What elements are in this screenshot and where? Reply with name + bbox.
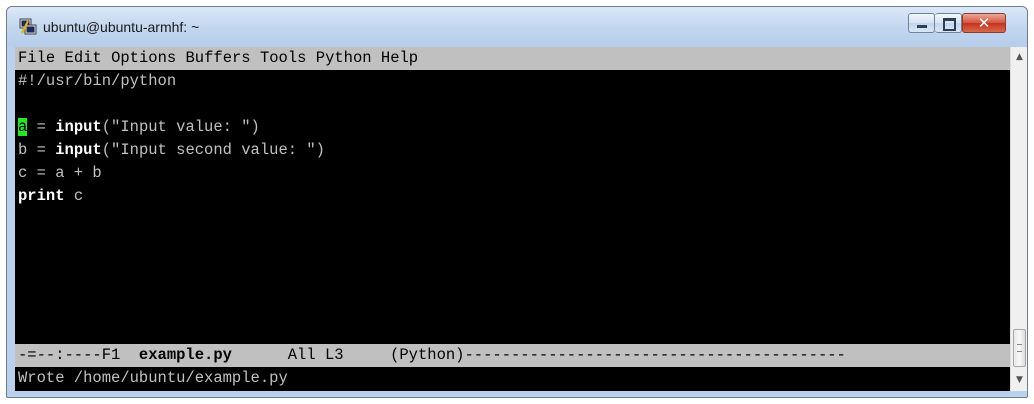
maximize-icon [935,14,961,32]
menu-python[interactable]: Python [316,49,372,67]
buffer-filename: example.py [138,346,232,364]
modeline-status: -=--:----F1 [18,346,139,364]
code-text: ("Input value: ") [101,118,260,136]
menu-buffers[interactable]: Buffers [186,49,251,67]
scroll-up-icon[interactable]: ▲ [1011,49,1027,66]
shebang-text: #!/usr/bin/python [18,72,177,90]
emacs-menu-bar: File Edit Options Buffers Tools Python H… [15,47,1010,70]
code-text: b = [18,141,56,159]
menu-options[interactable]: Options [111,49,176,67]
keyword-input: input [55,118,102,136]
menu-file[interactable]: File [18,49,55,67]
code-line-6[interactable]: print c [15,185,83,208]
scrollbar-thumb[interactable] [1013,329,1026,367]
menu-tools[interactable]: Tools [260,49,307,67]
code-line-4[interactable]: b = input("Input second value: ") [15,139,325,162]
code-text: c [64,187,84,205]
menu-edit[interactable]: Edit [65,49,102,67]
code-line-1[interactable]: #!/usr/bin/python [15,70,176,93]
code-line-2[interactable] [15,93,18,116]
window-title: ubuntu@ubuntu-armhf: ~ [43,19,200,35]
vertical-scrollbar[interactable]: ▲ ▼ [1010,47,1027,391]
minimize-icon [909,14,934,32]
code-text: = [27,118,56,136]
modeline-fill: ----------------------------------------… [464,346,846,364]
code-text: ("Input second value: ") [101,141,325,159]
keyword-input: input [55,141,102,159]
putty-terminal-icon[interactable] [19,18,37,36]
text-cursor: a [18,118,28,136]
code-text: c = a + b [18,164,102,182]
echo-message: Wrote /home/ubuntu/example.py [18,369,288,387]
menu-help[interactable]: Help [381,49,418,67]
code-line-3[interactable]: a = input("Input value: ") [15,116,260,139]
terminal-area[interactable]: File Edit Options Buffers Tools Python H… [15,47,1010,391]
title-bar[interactable]: ubuntu@ubuntu-armhf: ~ ✕ [7,7,1027,47]
scroll-down-icon[interactable]: ▼ [1011,372,1027,389]
close-button[interactable]: ✕ [962,13,1006,33]
echo-area: Wrote /home/ubuntu/example.py [15,367,288,390]
close-icon: ✕ [977,14,991,32]
emacs-mode-line: -=--:----F1 example.py All L3 (Python)--… [15,344,1010,367]
code-line-5[interactable]: c = a + b [15,162,102,185]
modeline-position: All L3 (Python) [231,346,465,364]
minimize-button[interactable] [908,13,935,33]
putty-window: ubuntu@ubuntu-armhf: ~ ✕ File Edit Optio… [6,6,1028,398]
maximize-button[interactable] [935,13,962,33]
keyword-print: print [18,187,65,205]
